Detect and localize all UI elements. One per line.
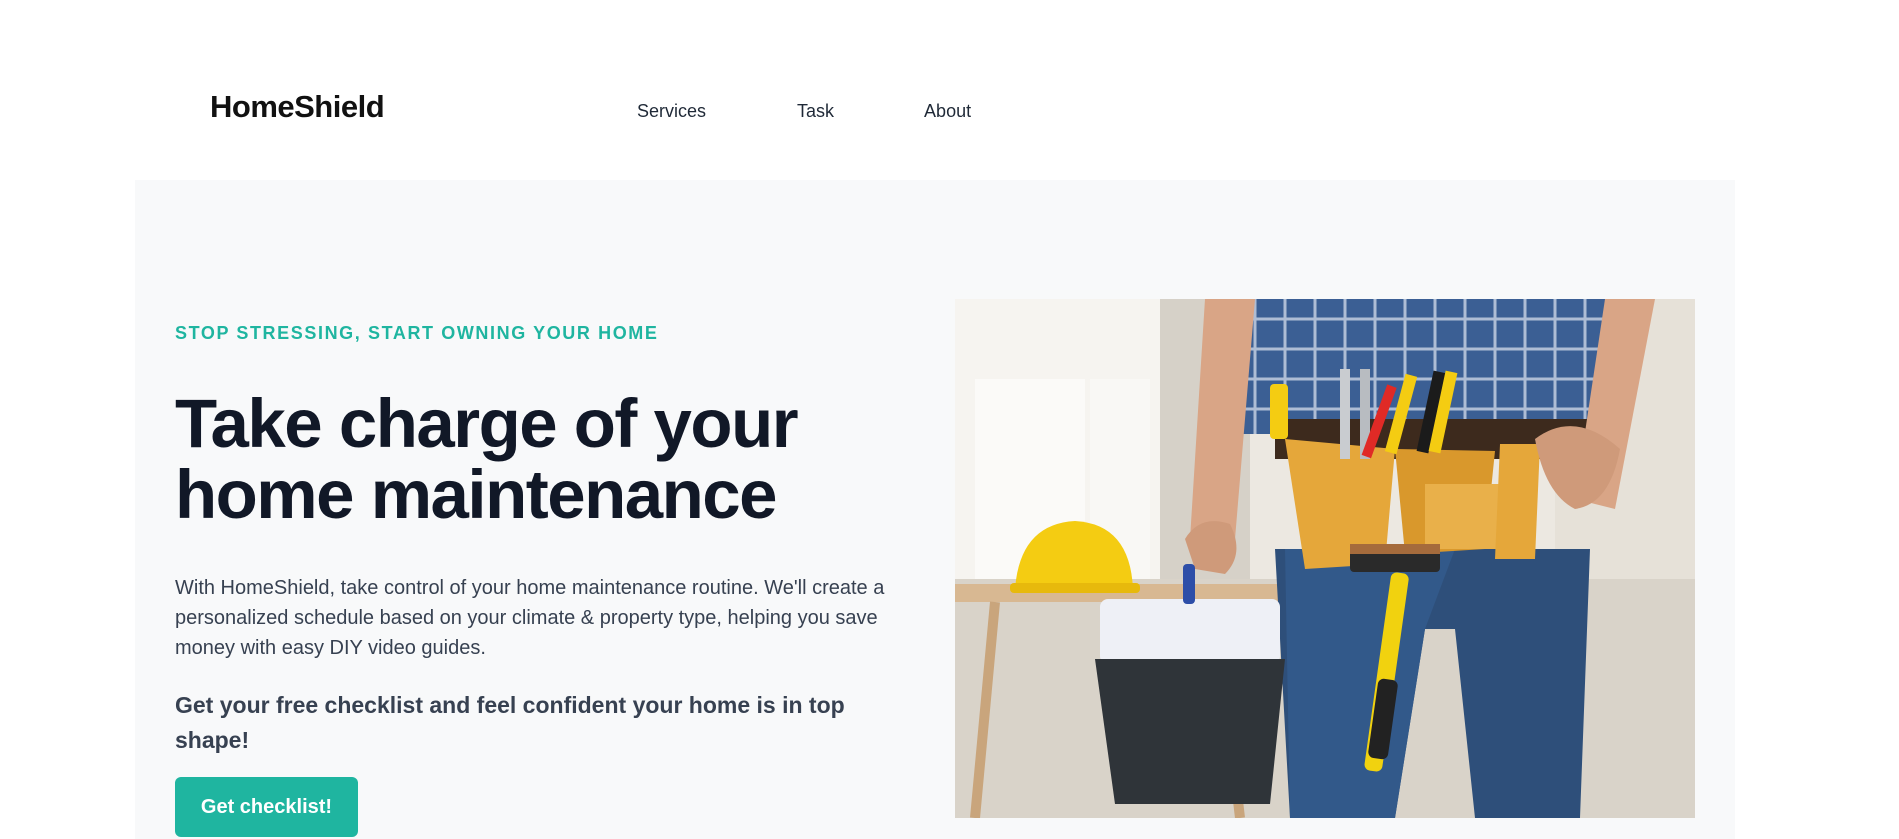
site-header: HomeShield Services Task About xyxy=(0,0,1899,180)
hero-description: With HomeShield, take control of your ho… xyxy=(175,577,885,659)
hero-headline: Take charge of your home maintenance xyxy=(175,385,799,533)
brand-logo[interactable]: HomeShield xyxy=(210,89,385,125)
handyman-photo xyxy=(955,299,1695,818)
get-checklist-button[interactable]: Get checklist! xyxy=(175,777,358,837)
nav-link-services[interactable]: Services xyxy=(637,101,706,122)
main-nav: Services Task About xyxy=(637,101,971,122)
nav-link-about[interactable]: About xyxy=(924,101,971,122)
hero-subheadline: Get your free checklist and feel confide… xyxy=(175,692,845,753)
nav-link-task[interactable]: Task xyxy=(797,101,834,122)
hero-section: STOP STRESSING, START OWNING YOUR HOME T… xyxy=(135,180,1735,839)
hero-eyebrow: STOP STRESSING, START OWNING YOUR HOME xyxy=(175,323,659,343)
handyman-with-tool-belt-icon xyxy=(955,299,1695,818)
landing-page: HomeShield Services Task About STOP STRE… xyxy=(0,0,1899,839)
